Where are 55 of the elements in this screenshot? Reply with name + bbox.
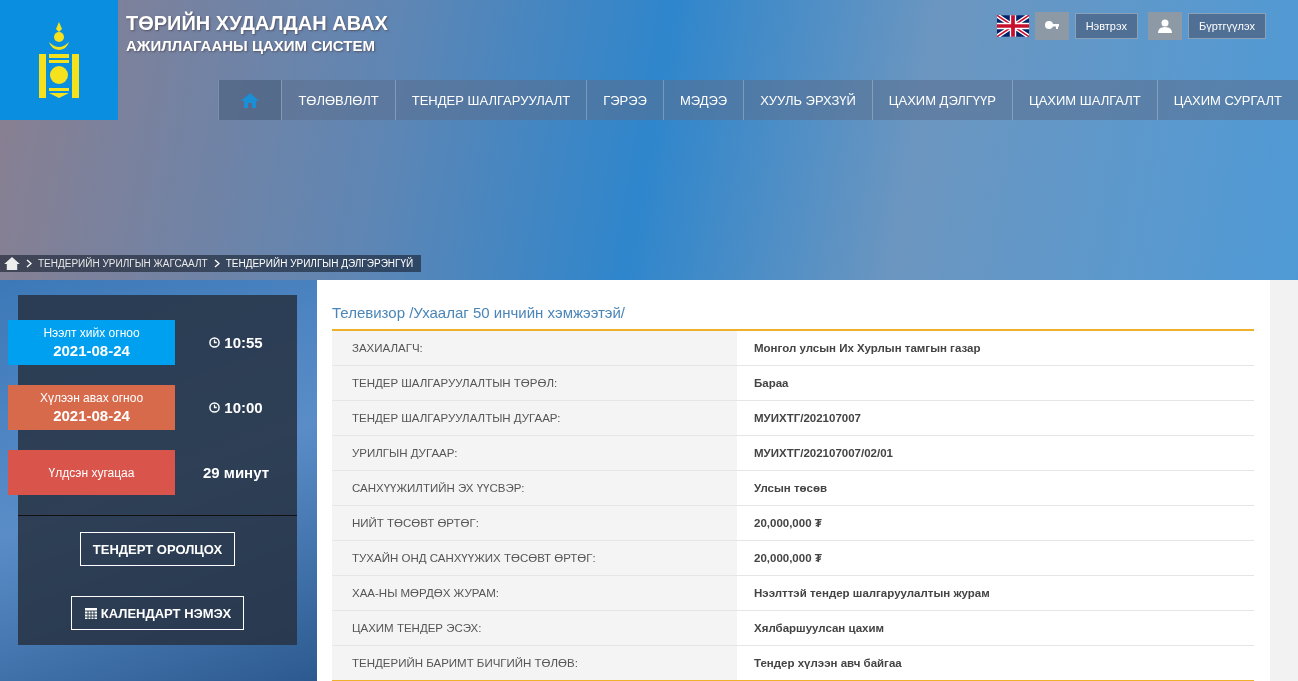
calendar-icon: [83, 606, 98, 620]
card-label: Нээлт хийх огноо: [43, 326, 140, 340]
nav-link[interactable]: ЦАХИМ ШАЛГАЛТ: [1012, 80, 1157, 120]
field-label: САНХҮҮЖИЛТИЙН ЭХ ҮҮСВЭР:: [332, 471, 737, 505]
add-to-calendar-button[interactable]: КАЛЕНДАРТ НЭМЭХ: [70, 596, 245, 630]
site-subtitle: АЖИЛЛАГААНЫ ЦАХИМ СИСТЕМ: [126, 37, 376, 54]
field-value: Бараа: [753, 376, 790, 391]
card-date: 2021-08-24: [53, 407, 130, 424]
nav-link[interactable]: ЦАХИМ ДЭЛГҮҮР: [871, 80, 1012, 120]
chevron-icon: [26, 259, 32, 268]
nav-link[interactable]: ГЭРЭЭ: [586, 80, 663, 120]
field-label: ХАА-НЫ МӨРДӨХ ЖУРАМ:: [332, 576, 737, 610]
chevron-icon: [213, 259, 220, 268]
emblem-icon: [39, 20, 79, 100]
clock-icon: [209, 337, 221, 348]
nav-link[interactable]: ЦАХИМ СУРГАЛТ: [1156, 80, 1298, 120]
field-label: ТУХАЙН ОНД САНХҮҮЖИХ ТӨСӨВТ ӨРТӨГ:: [332, 541, 737, 575]
field-value: МУИХТГ/202107007/02/01: [753, 446, 894, 461]
field-value: Улсын төсөв: [753, 481, 829, 496]
home-icon[interactable]: [4, 257, 20, 270]
card-label: Хүлээн авах огноо: [39, 391, 144, 405]
field-label: ЦАХИМ ТЕНДЕР ЭСЭХ:: [332, 611, 737, 645]
field-label: ТЕНДЕР ШАЛГАРУУЛАЛТЫН ДУГААР:: [332, 401, 737, 435]
nav-link[interactable]: ХУУЛЬ ЭРХЗҮЙ: [743, 80, 872, 120]
register-button[interactable]: Бүртгүүлэх: [1187, 13, 1266, 39]
time-value: 10:00: [224, 399, 263, 416]
field-value: 20,000,000 ₮: [753, 551, 823, 566]
join-tender-button[interactable]: ТЕНДЕРТ ОРОЛЦОХ: [79, 532, 236, 566]
uk-flag-icon[interactable]: [996, 15, 1029, 37]
nav-link[interactable]: МЭДЭЭ: [662, 80, 744, 120]
nav-link[interactable]: ТЕНДЕР ШАЛГАРУУЛАЛТ: [394, 80, 587, 120]
login-button[interactable]: Нэвтрэх: [1074, 13, 1138, 39]
site-title: ТӨРИЙН ХУДАЛДАН АВАХ: [126, 12, 388, 35]
field-label: УРИЛГЫН ДУГААР:: [332, 436, 737, 470]
breadcrumb-link[interactable]: ТЕНДЕРИЙН УРИЛГЫН ЖАГСААЛТ: [38, 258, 208, 269]
breadcrumb-link[interactable]: ТЕНДЕРИЙН УРИЛГЫН ДЭЛГЭРЭНГҮЙ: [225, 258, 414, 269]
key-icon: [1034, 12, 1069, 40]
field-value: МУИХТГ/202107007: [753, 411, 862, 426]
time-value: 29 минут: [202, 464, 270, 481]
time-value: 10:55: [224, 334, 263, 351]
field-value: 20,000,000 ₮: [753, 516, 823, 531]
field-label: ЗАХИАЛАГЧ:: [332, 331, 737, 365]
field-value: Хялбаршуулсан цахим: [753, 621, 886, 636]
field-label: ТЕНДЕРИЙН БАРИМТ БИЧГИЙН ТӨЛӨВ:: [332, 646, 737, 680]
field-label: НИЙТ ТӨСӨВТ ӨРТӨГ:: [332, 506, 737, 540]
clock-icon: [209, 402, 221, 413]
user-icon: [1147, 12, 1182, 40]
field-label: ТЕНДЕР ШАЛГАРУУЛАЛТЫН ТӨРӨЛ:: [332, 366, 737, 400]
field-value: Тендер хүлээн авч байгаа: [753, 656, 903, 671]
home-icon: [241, 92, 260, 108]
nav-link[interactable]: ТӨЛӨВЛӨЛТ: [281, 80, 395, 120]
field-value: Монгол улсын Их Хурлын тамгын газар: [753, 341, 982, 356]
field-value: Нээлттэй тендер шалгаруулалтын журам: [753, 586, 991, 601]
card-date: 2021-08-24: [53, 342, 130, 359]
card-label: Үлдсэн хугацаа: [48, 465, 135, 480]
